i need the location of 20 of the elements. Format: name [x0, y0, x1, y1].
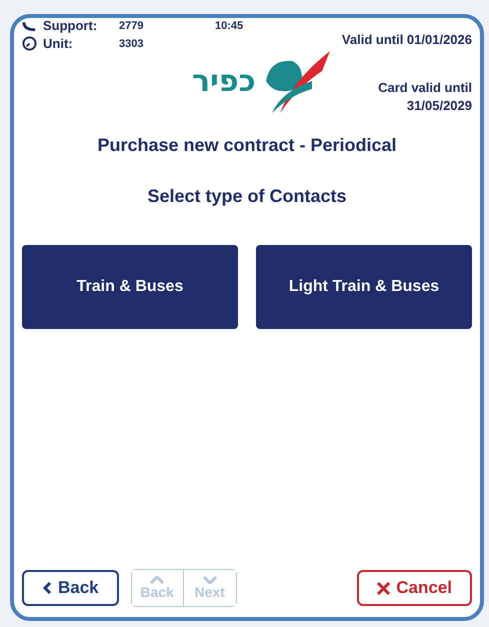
card-valid-date: 31/05/2029 — [406, 98, 472, 113]
support-value: 2779 — [119, 20, 144, 32]
card-valid-label: Card valid until — [378, 80, 472, 95]
contract-type-button[interactable]: Train & Buses — [22, 245, 238, 329]
page-subtitle: Select type of Contacts — [146, 186, 348, 207]
chevron-down-icon — [202, 576, 217, 584]
time-text: 10:45 — [215, 20, 244, 32]
unit-label: Unit: — [43, 36, 74, 51]
support-label: Support: — [43, 18, 98, 33]
valid-until-text: Valid until 01/01/2026 — [342, 32, 472, 47]
cancel-button[interactable]: Cancel — [357, 570, 472, 606]
contract-type-button[interactable]: Light Train & Buses — [256, 245, 472, 329]
back-button[interactable]: Back — [22, 570, 119, 606]
clock-icon — [22, 36, 37, 51]
logo-text: כפיר — [192, 67, 256, 97]
page-title: Purchase new contract - Periodical — [96, 135, 398, 156]
chevron-left-icon — [42, 582, 52, 594]
close-icon — [377, 582, 390, 594]
unit-value: 3303 — [119, 38, 144, 50]
chevron-up-icon — [150, 576, 164, 584]
